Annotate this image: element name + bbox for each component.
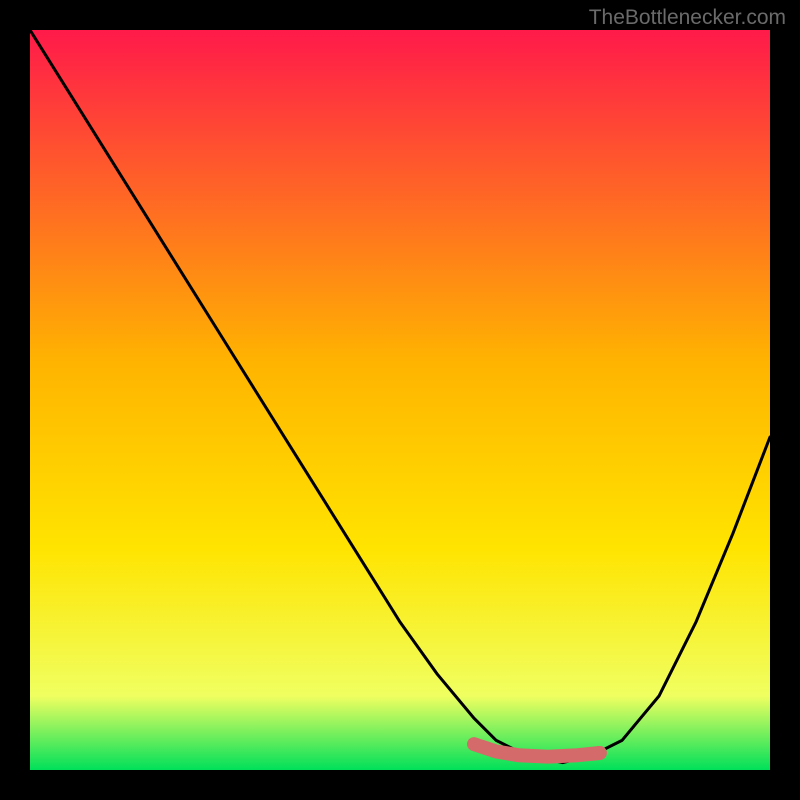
watermark-text: TheBottlenecker.com	[589, 6, 786, 30]
gradient-background	[30, 30, 770, 770]
highlight-dot	[593, 746, 607, 760]
chart-svg	[30, 30, 770, 770]
bottleneck-chart	[30, 30, 770, 770]
